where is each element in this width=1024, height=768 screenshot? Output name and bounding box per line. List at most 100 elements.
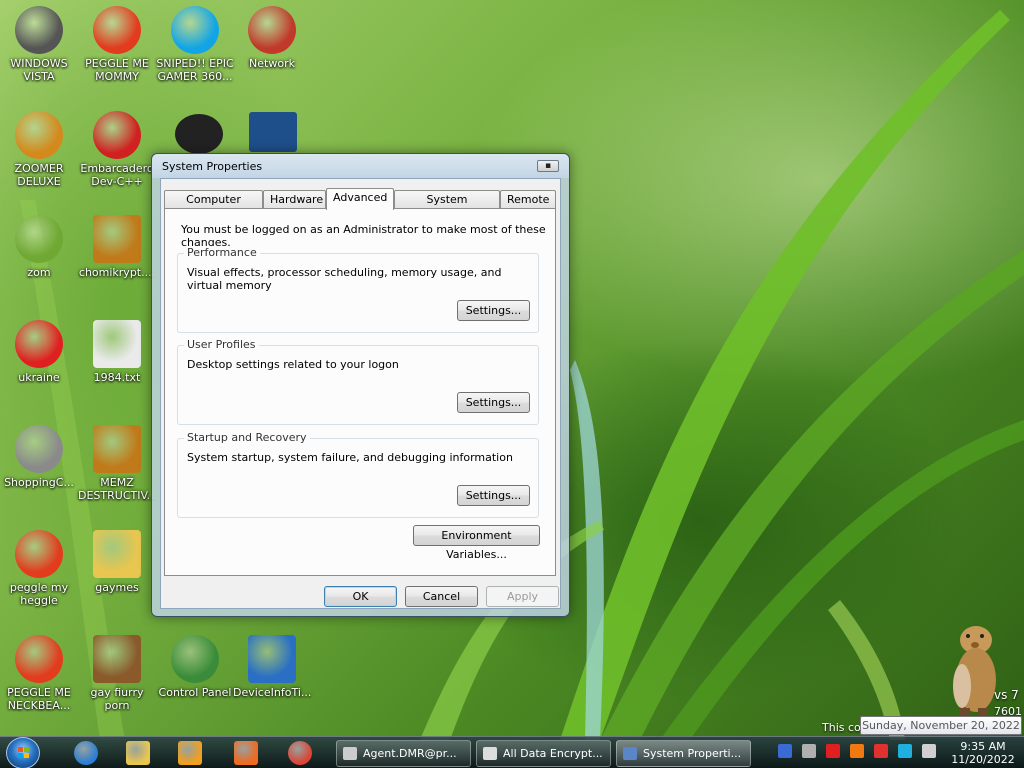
- chrome-icon[interactable]: [288, 741, 312, 765]
- start-button[interactable]: [6, 737, 40, 768]
- network-icon: [248, 6, 296, 54]
- explorer-icon[interactable]: [126, 741, 150, 765]
- desktop-icon[interactable]: SNIPED!! EPIC GAMER 360...: [156, 6, 234, 83]
- flag-tray-icon[interactable]: [874, 744, 888, 758]
- peggle-icon: [93, 6, 141, 54]
- desktop-icon-label: ZOOMER DELUXE: [14, 162, 64, 188]
- desktop-icon-label: 1984.txt: [93, 371, 141, 384]
- desktop-icon[interactable]: Control Panel: [156, 635, 234, 699]
- cancel-button[interactable]: Cancel: [405, 586, 478, 607]
- startup-recovery-group-title: Startup and Recovery: [184, 431, 310, 444]
- performance-description: Visual effects, processor scheduling, me…: [187, 266, 502, 292]
- monitor-icon: [249, 112, 297, 152]
- desktop-icon-label: gay fiurry porn: [90, 686, 144, 712]
- user-profiles-description: Desktop settings related to your logon: [187, 358, 399, 371]
- close-button[interactable]: ▪: [537, 160, 559, 172]
- startup-recovery-group: Startup and Recovery System startup, sys…: [177, 431, 539, 518]
- ie-icon[interactable]: [74, 741, 98, 765]
- taskbar-clock[interactable]: 9:35 AM 11/20/2022: [948, 740, 1018, 766]
- desktop-icon-label: ukraine: [18, 371, 60, 384]
- user-profiles-group-title: User Profiles: [184, 338, 259, 351]
- desktop-icon-label: PEGGLE ME MOMMY: [85, 57, 149, 83]
- desktop-icon[interactable]: PEGGLE ME MOMMY: [78, 6, 156, 83]
- desktop-icon-label: peggle my heggle: [9, 581, 69, 607]
- desktop-gadget-figure[interactable]: [938, 618, 1008, 718]
- performance-settings-button[interactable]: Settings...: [457, 300, 530, 321]
- user-profiles-group: User Profiles Desktop settings related t…: [177, 338, 539, 425]
- terminal-icon: [343, 747, 357, 760]
- desktop-icon[interactable]: ZOOMER DELUXE: [0, 111, 78, 188]
- desktop-icon[interactable]: gaymes: [78, 530, 156, 594]
- desktop-icon[interactable]: Network: [233, 6, 311, 70]
- taskbar-button[interactable]: Agent.DMR@pr...: [336, 740, 471, 767]
- desktop-icon-label: gaymes: [95, 581, 139, 594]
- desktop-icon[interactable]: MEMZ DESTRUCTIV...: [78, 425, 158, 502]
- clock-tooltip: Sunday, November 20, 2022: [860, 716, 1022, 735]
- apply-button[interactable]: Apply: [486, 586, 559, 607]
- performance-group: Performance Visual effects, processor sc…: [177, 246, 539, 333]
- radiation-icon: [15, 320, 63, 368]
- desktop-icon-label: Network: [249, 57, 295, 70]
- desktop-icon-label: WINDOWS VISTA: [10, 57, 68, 83]
- clock-file-icon: [93, 425, 141, 473]
- search-tray-icon[interactable]: [850, 744, 864, 758]
- desktop-icon[interactable]: ukraine: [0, 320, 78, 384]
- desktop-icon-partial[interactable]: [160, 114, 238, 157]
- desktop-icon-label: Control Panel: [158, 686, 232, 699]
- tab-hardware[interactable]: Hardware: [263, 190, 326, 208]
- monitor-tray-icon[interactable]: [898, 744, 912, 758]
- taskbar-button[interactable]: All Data Encrypt...: [476, 740, 611, 767]
- desktop-icon-label: PEGGLE ME NECKBEA...: [7, 686, 71, 712]
- taskbar-button-label: System Properti...: [643, 747, 742, 760]
- devcpp-icon: [93, 111, 141, 159]
- ok-button[interactable]: OK: [324, 586, 397, 607]
- paint-icon[interactable]: [234, 741, 258, 765]
- desktop-icon[interactable]: zom: [0, 215, 78, 279]
- clock-file-icon: [93, 215, 141, 263]
- media-player-icon[interactable]: [178, 741, 202, 765]
- bowl-icon: [15, 6, 63, 54]
- system-properties-icon: [623, 747, 637, 760]
- taskbar-button-label: Agent.DMR@pr...: [363, 747, 457, 760]
- desktop-icon[interactable]: gay fiurry porn: [78, 635, 156, 712]
- desktop-icon-label: chomikrypt....: [78, 266, 156, 279]
- desktop-icon[interactable]: peggle my heggle: [0, 530, 78, 607]
- startup-recovery-settings-button[interactable]: Settings...: [457, 485, 530, 506]
- control-panel-icon: [171, 635, 219, 683]
- tab-advanced[interactable]: Advanced: [326, 188, 394, 210]
- window-title: System Properties: [162, 160, 263, 173]
- tab-remote[interactable]: Remote: [500, 190, 556, 208]
- desktop-icon[interactable]: DeviceInfoTi...: [233, 635, 311, 699]
- desktop-icon-label: DeviceInfoTi...: [233, 686, 312, 699]
- desktop-icon-label: Embarcadero Dev-C++: [80, 162, 154, 188]
- folder-icon: [93, 530, 141, 578]
- desktop-icon-partial[interactable]: [234, 112, 312, 155]
- environment-variables-button[interactable]: Environment Variables...: [413, 525, 540, 561]
- advanced-tab-panel: You must be logged on as an Administrato…: [164, 208, 556, 576]
- genuine-watermark: This co: [822, 721, 861, 734]
- desktop-icon[interactable]: ShoppingC...: [0, 425, 78, 489]
- performance-group-title: Performance: [184, 246, 260, 259]
- volume-tray-icon[interactable]: [922, 744, 936, 758]
- tab-computer-name[interactable]: Computer Name: [164, 190, 263, 223]
- desktop-icon[interactable]: WINDOWS VISTA: [0, 6, 78, 83]
- taskbar-button[interactable]: System Properti...: [616, 740, 751, 767]
- dark-disc-icon: [175, 114, 223, 154]
- skype-icon: [171, 6, 219, 54]
- taskbar: Agent.DMR@pr... All Data Encrypt... System…: [0, 736, 1024, 768]
- desktop-icon[interactable]: Embarcadero Dev-C++: [78, 111, 156, 188]
- tab-system-protection[interactable]: System Protection: [394, 190, 500, 223]
- desktop-icon[interactable]: chomikrypt....: [78, 215, 156, 279]
- taskbar-button-label: All Data Encrypt...: [503, 747, 603, 760]
- window-titlebar[interactable]: System Properties ▪: [152, 154, 569, 178]
- flash-icon: [15, 425, 63, 473]
- check-tray-icon[interactable]: [826, 744, 840, 758]
- shield-tray-icon[interactable]: [778, 744, 792, 758]
- desktop-icon[interactable]: PEGGLE ME NECKBEA...: [0, 635, 78, 712]
- text-file-icon: [93, 320, 141, 368]
- desktop-icon[interactable]: 1984.txt: [78, 320, 156, 384]
- beaver-box-icon: [93, 635, 141, 683]
- user-profiles-settings-button[interactable]: Settings...: [457, 392, 530, 413]
- network-tray-icon[interactable]: [802, 744, 816, 758]
- desktop-icon-label: MEMZ DESTRUCTIV...: [78, 476, 158, 502]
